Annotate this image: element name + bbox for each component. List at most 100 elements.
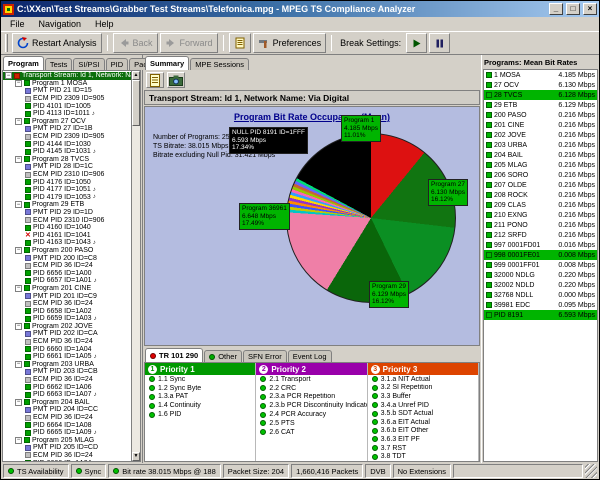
- tr101290-check-item[interactable]: 1.1 Sync: [145, 375, 255, 384]
- tree-item[interactable]: −Program 29 ETB: [3, 201, 131, 209]
- program-bitrate-row[interactable]: 208 ROCK0.216 Mbps: [484, 190, 597, 200]
- tree-item[interactable]: PID 4113 ID=1011♪: [3, 110, 131, 118]
- tree-item[interactable]: PMT PID 203 ID=CB: [3, 368, 131, 376]
- tr101290-check-item[interactable]: 2.5 PTS: [256, 419, 366, 428]
- tree-scrollbar[interactable]: ▲ ▼: [131, 70, 141, 462]
- program-bitrate-row[interactable]: 997 0001FD010.016 Mbps: [484, 240, 597, 250]
- tab-event-log[interactable]: Event Log: [288, 350, 332, 362]
- tr101290-check-item[interactable]: 3.6.b EIT Other: [368, 427, 478, 436]
- program-bitrate-row[interactable]: 211 PONO0.216 Mbps: [484, 220, 597, 230]
- scroll-track[interactable]: [132, 80, 140, 452]
- tr101290-check-item[interactable]: 2.6 CAT: [256, 428, 366, 437]
- expand-toggle-icon[interactable]: −: [15, 285, 22, 292]
- preferences-button[interactable]: Preferences: [253, 33, 327, 53]
- tree-item[interactable]: −Program 204 BAIL: [3, 399, 131, 407]
- tab-sfn-error[interactable]: SFN Error: [243, 350, 287, 362]
- play-button[interactable]: [406, 33, 427, 53]
- minimize-button[interactable]: _: [549, 3, 563, 15]
- tr101290-check-item[interactable]: 1.3.a PAT: [145, 393, 255, 402]
- tree-item[interactable]: PID 4176 ID=1050: [3, 178, 131, 186]
- tree-item[interactable]: PID 4163 ID=1043♪: [3, 239, 131, 247]
- tree-item[interactable]: PID 6660 ID=1A04: [3, 345, 131, 353]
- pause-button[interactable]: [429, 33, 450, 53]
- tree-item[interactable]: ECM PID 2310 ID=906: [3, 171, 131, 179]
- expand-toggle-icon[interactable]: −: [15, 437, 22, 444]
- tree-item[interactable]: PID 4179 ID=1053♪: [3, 194, 131, 202]
- tree-item[interactable]: ECM PID 2310 ID=906: [3, 216, 131, 224]
- program-bitrate-row[interactable]: 203 URBA0.216 Mbps: [484, 140, 597, 150]
- close-button[interactable]: ×: [583, 3, 597, 15]
- scroll-up-icon[interactable]: ▲: [132, 71, 140, 80]
- tree-item[interactable]: PMT PID 29 ID=1D: [3, 209, 131, 217]
- tr101290-check-item[interactable]: 1.6 PID: [145, 410, 255, 419]
- tab-mpe-sessions[interactable]: MPE Sessions: [190, 58, 249, 70]
- program-bitrate-row[interactable]: 202 JOVE0.216 Mbps: [484, 130, 597, 140]
- menu-help[interactable]: Help: [88, 19, 121, 29]
- program-bitrate-row[interactable]: 32000 NDLG0.220 Mbps: [484, 270, 597, 280]
- menu-navigation[interactable]: Navigation: [32, 19, 89, 29]
- expand-toggle-icon[interactable]: −: [15, 80, 22, 87]
- expand-toggle-icon[interactable]: −: [15, 323, 22, 330]
- tree-item[interactable]: −Program 28 TVCS: [3, 156, 131, 164]
- expand-toggle-icon[interactable]: −: [15, 361, 22, 368]
- tree-item[interactable]: ECM PID 36 ID=24: [3, 376, 131, 384]
- tab-program[interactable]: Program: [3, 56, 44, 70]
- program-bitrate-row[interactable]: 206 SORO0.216 Mbps: [484, 170, 597, 180]
- program-bitrate-row[interactable]: 39981 EDC0.095 Mbps: [484, 300, 597, 310]
- tree-item[interactable]: −Program 200 PASO: [3, 247, 131, 255]
- tr101290-check-item[interactable]: 3.6.3 EIT PF: [368, 435, 478, 444]
- forward-button[interactable]: Forward: [160, 33, 218, 53]
- report-button[interactable]: [229, 33, 251, 53]
- tree-item[interactable]: PID 6666 ID=1A0A: [3, 459, 131, 462]
- tr101290-check-item[interactable]: 2.4 PCR Accuracy: [256, 410, 366, 419]
- tr101290-check-item[interactable]: 3.2 SI Repetition: [368, 384, 478, 393]
- back-button[interactable]: Back: [113, 33, 158, 53]
- program-bitrate-row[interactable]: 998 0001FE010.008 Mbps: [484, 250, 597, 260]
- program-bitrate-row[interactable]: 204 BAIL0.216 Mbps: [484, 150, 597, 160]
- tree-item[interactable]: ECM PID 2309 ID=905: [3, 133, 131, 141]
- tree-item[interactable]: −Program 202 JOVE: [3, 323, 131, 331]
- tree-item[interactable]: PMT PID 27 ID=1B: [3, 125, 131, 133]
- tree-item[interactable]: PID 4101 ID=1005: [3, 102, 131, 110]
- tree-item[interactable]: PMT PID 28 ID=1C: [3, 163, 131, 171]
- tr101290-check-item[interactable]: 3.7 RST: [368, 444, 478, 453]
- expand-toggle-icon[interactable]: −: [15, 247, 22, 254]
- tab-tr-101-290[interactable]: TR 101 290: [145, 348, 203, 362]
- tree-item[interactable]: PID 6665 ID=1A09♪: [3, 429, 131, 437]
- tree-item[interactable]: PID 6657 ID=1A01♪: [3, 277, 131, 285]
- program-bitrate-row[interactable]: 201 CINE0.216 Mbps: [484, 120, 597, 130]
- tree-item[interactable]: ECM PID 36 ID=24: [3, 262, 131, 270]
- tree-item[interactable]: PMT PID 200 ID=C8: [3, 254, 131, 262]
- expand-toggle-icon[interactable]: −: [15, 118, 22, 125]
- tree-item[interactable]: PID 6663 ID=1A07♪: [3, 391, 131, 399]
- tab-summary[interactable]: Summary: [145, 56, 189, 70]
- expand-toggle-icon[interactable]: −: [15, 399, 22, 406]
- tr101290-check-item[interactable]: 2.3.b PCR Discontinuity Indicator: [256, 401, 366, 410]
- scroll-thumb[interactable]: [132, 80, 140, 126]
- program-bitrate-row[interactable]: 210 EXNG0.216 Mbps: [484, 210, 597, 220]
- tree-item[interactable]: PID 4144 ID=1030: [3, 140, 131, 148]
- tr101290-check-item[interactable]: 2.2 CRC: [256, 384, 366, 393]
- program-bitrate-row[interactable]: 32002 NDLD0.220 Mbps: [484, 280, 597, 290]
- tree-item[interactable]: ECM PID 36 ID=24: [3, 300, 131, 308]
- program-bitrate-row[interactable]: 27 OCV6.130 Mbps: [484, 80, 597, 90]
- tr101290-check-item[interactable]: 3.6.a EIT Actual: [368, 418, 478, 427]
- tr101290-check-item[interactable]: 3.4.a Unref PID: [368, 401, 478, 410]
- program-bitrate-row[interactable]: 205 MLAG0.216 Mbps: [484, 160, 597, 170]
- tree-item[interactable]: PID 6662 ID=1A06: [3, 383, 131, 391]
- tree-item[interactable]: PID 4160 ID=1040: [3, 224, 131, 232]
- menu-file[interactable]: File: [3, 19, 32, 29]
- summary-report-button[interactable]: [146, 72, 164, 88]
- expand-toggle-icon[interactable]: −: [5, 72, 12, 79]
- expand-toggle-icon[interactable]: −: [15, 201, 22, 208]
- tr101290-check-item[interactable]: 2.3.a PCR Repetition: [256, 393, 366, 402]
- tree-item[interactable]: ECM PID 36 ID=24: [3, 338, 131, 346]
- tree-item[interactable]: PMT PID 205 ID=CD: [3, 444, 131, 452]
- program-bitrate-row[interactable]: 32768 NDLL0.000 Mbps: [484, 290, 597, 300]
- tab-tests[interactable]: Tests: [45, 58, 73, 70]
- tr101290-check-item[interactable]: 1.4 Continuity: [145, 401, 255, 410]
- tree-item[interactable]: PMT PID 202 ID=CA: [3, 330, 131, 338]
- tree-item[interactable]: −Program 1 MOSA: [3, 80, 131, 88]
- tree-item[interactable]: −Program 201 CINE: [3, 285, 131, 293]
- tab-other[interactable]: Other: [204, 350, 242, 362]
